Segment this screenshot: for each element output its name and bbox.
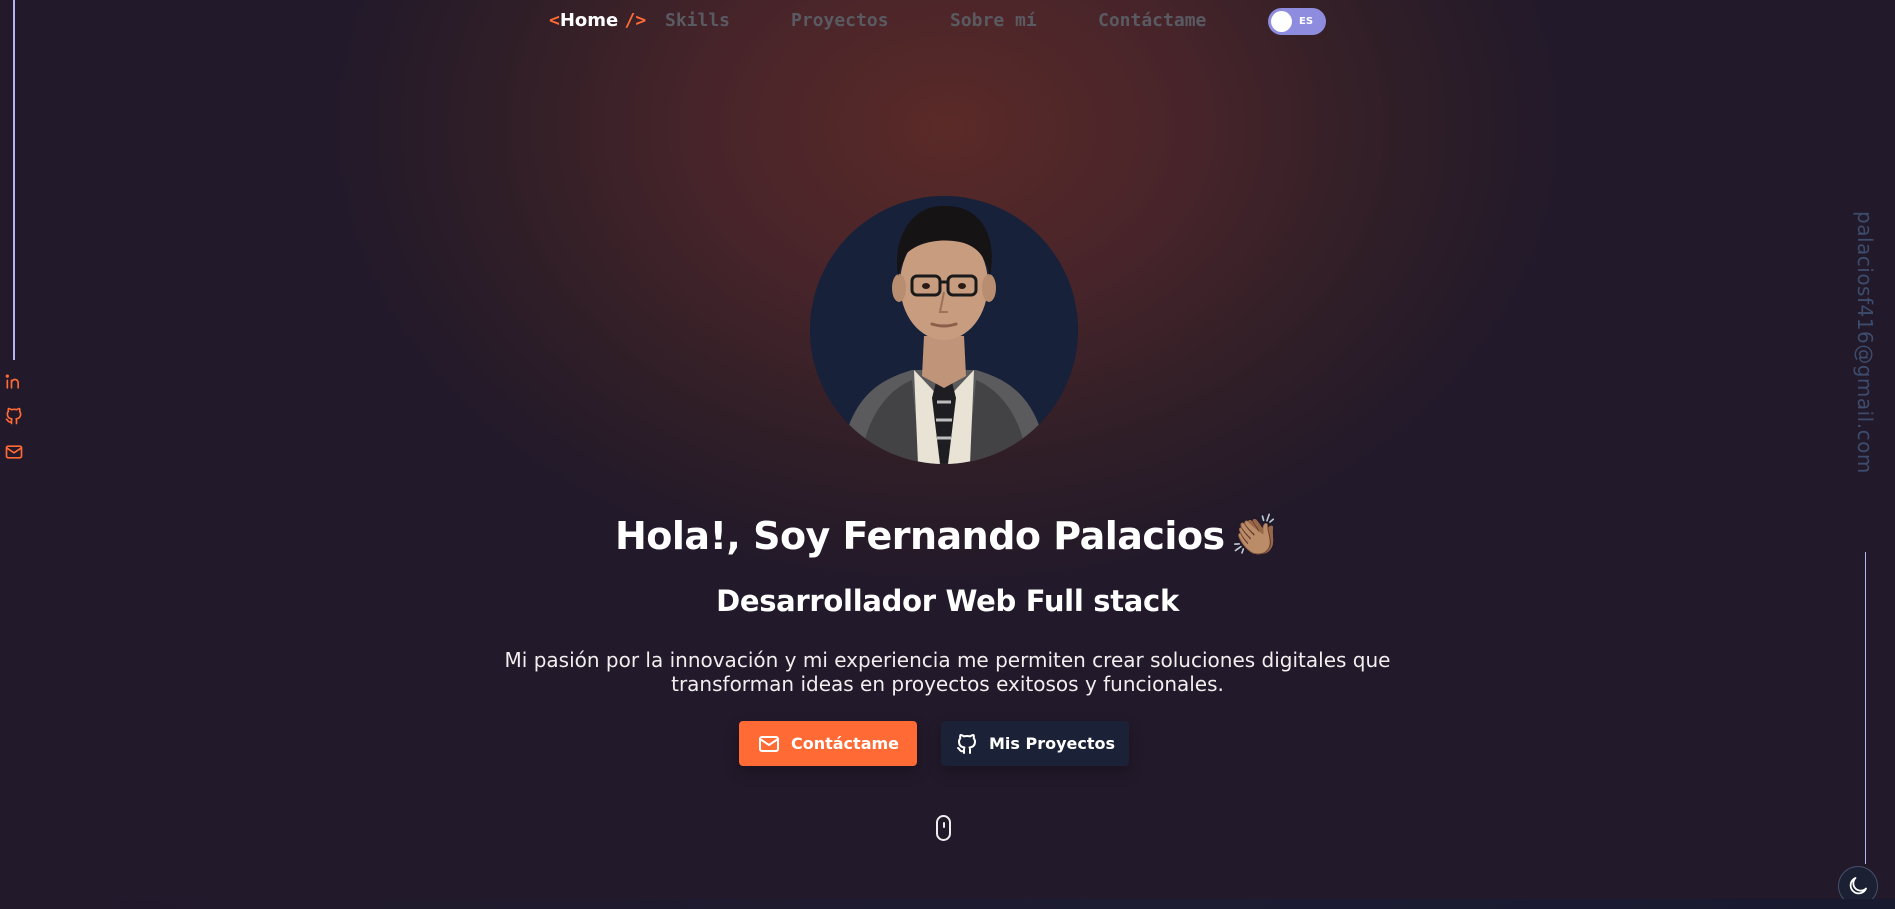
email-vertical-text: palaciosf416@gmail.com [1853,210,1877,474]
contact-button-label: Contáctame [790,734,900,753]
nav-home[interactable]: <Home /> [549,8,646,34]
nav-proyectos[interactable]: Proyectos [791,8,889,34]
home-open-bracket: < [549,10,560,31]
hero-title: Hola!, Soy Fernando Palacios 👏🏽 [0,512,1895,559]
home-label: Home [559,10,619,31]
email-link[interactable] [3,441,25,463]
left-rail-line [13,0,15,360]
github-icon [5,407,22,425]
profile-portrait-image [810,196,1078,464]
toggle-knob [1271,11,1292,32]
github-link[interactable] [3,405,25,427]
top-nav: <Home /> Skills Proyectos Sobre mí Contá… [0,8,1895,36]
mail-icon [758,735,779,752]
nav-skills[interactable]: Skills [665,8,730,34]
email-vertical-link[interactable]: palaciosf416@gmail.com [1845,210,1885,474]
language-toggle-label: ES [1299,16,1314,27]
language-toggle[interactable]: ES [1268,8,1326,35]
projects-button[interactable]: Mis Proyectos [941,721,1129,766]
hero-description: Mi pasión por la innovación y mi experie… [504,648,1391,696]
linkedin-link[interactable] [3,371,25,393]
theme-toggle-button[interactable] [1838,866,1878,906]
moon-icon [1849,877,1867,895]
profile-avatar [810,196,1078,464]
contact-button[interactable]: Contáctame [739,721,917,766]
nav-sobre-mi[interactable]: Sobre mí [950,8,1037,34]
nav-contactame[interactable]: Contáctame [1098,8,1206,34]
projects-button-label: Mis Proyectos [988,734,1116,753]
scroll-down-mouse-icon[interactable] [936,815,951,841]
waving-hand-emoji: 👏🏽 [1230,513,1281,559]
hero-subtitle: Desarrollador Web Full stack [716,584,1179,618]
linkedin-icon [5,374,19,389]
mail-icon [5,445,23,459]
hero-title-text: Hola!, Soy Fernando Palacios [615,514,1225,558]
home-close-bracket: /> [624,10,647,31]
github-icon [956,733,976,754]
